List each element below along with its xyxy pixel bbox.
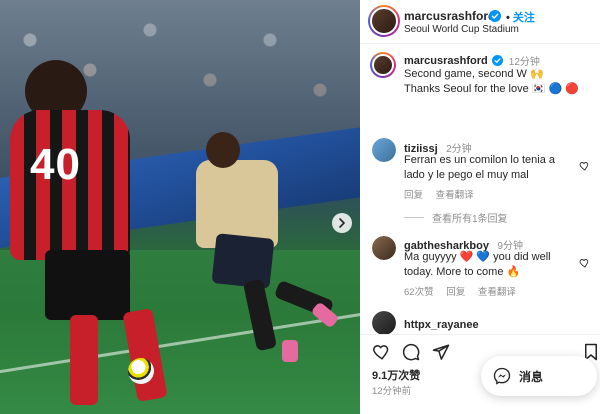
caption-line: Second game, second W 🙌 [404,68,544,80]
comment-avatar[interactable] [372,311,396,335]
post-image[interactable]: 40 [0,0,360,414]
reply-button[interactable]: 回复 [446,287,465,298]
like-comment-heart-icon[interactable] [578,160,590,172]
football [128,358,154,384]
comment-meta: 回复 查看翻译 [404,187,484,201]
divider [404,217,424,218]
caption-line: Thanks Seoul for the love 🇰🇷 🔵 🔴 [404,83,579,95]
player-rashford-head [206,132,240,168]
comment-text: Ma guyyyy ❤️ 💙 you did well today. More … [404,251,551,278]
player-rashford-shorts [211,233,275,289]
author-username[interactable]: marcusrashford [404,9,495,23]
like-heart-icon[interactable] [372,343,390,361]
caption-header: marcusrashford 12分钟 [404,53,540,69]
verified-badge-icon [491,55,503,66]
comment-avatar[interactable] [372,236,396,260]
reply-button[interactable]: 回复 [404,190,423,201]
player-rashford-boot [282,340,298,362]
comment-bubble-icon[interactable] [402,343,420,361]
like-comment-heart-icon[interactable] [578,257,590,269]
comment-text: Ferran es un comilon lo tenia a lado y l… [404,154,556,181]
messenger-icon [493,367,511,385]
comment-meta: 62次赞 回复 查看翻译 [404,284,526,298]
view-replies-button[interactable]: 查看所有1条回复 [404,210,508,225]
comment-likes[interactable]: 62次赞 [404,287,434,298]
comment-avatar[interactable] [372,138,396,162]
post-side-panel: marcusrashford • 关注 Seoul World Cup Stadi… [360,0,600,414]
post-location[interactable]: Seoul World Cup Stadium [404,24,519,35]
likes-count[interactable]: 9.1万次赞 [372,367,420,383]
chevron-right-icon [339,218,345,228]
caption-time: 12分钟 [508,57,540,68]
follow-button[interactable]: • 关注 [506,9,535,25]
comment-header: httpx_rayanee [404,315,479,333]
messages-button[interactable]: 消息 [481,356,597,396]
post-header: marcusrashford • 关注 Seoul World Cup Stadi… [360,0,600,44]
carousel-next-button[interactable] [332,213,352,233]
player-opponent-leg [70,315,98,405]
player-opponent-shorts [45,250,130,320]
verified-badge-icon [489,10,501,22]
view-replies-label: 查看所有1条回复 [432,214,508,225]
share-paper-plane-icon[interactable] [432,343,450,361]
comment-username[interactable]: httpx_rayanee [404,319,479,331]
messages-label: 消息 [519,369,544,384]
jersey-number: 40 [30,140,81,189]
post-timestamp: 12分钟前 [372,386,412,397]
caption-author-avatar[interactable] [370,52,396,78]
caption-text: Second game, second W 🙌 Thanks Seoul for… [404,67,594,97]
author-avatar[interactable] [368,5,400,37]
caption-author-username[interactable]: marcusrashford [404,55,488,67]
translate-button[interactable]: 查看翻译 [436,190,474,201]
translate-button[interactable]: 查看翻译 [478,287,516,298]
